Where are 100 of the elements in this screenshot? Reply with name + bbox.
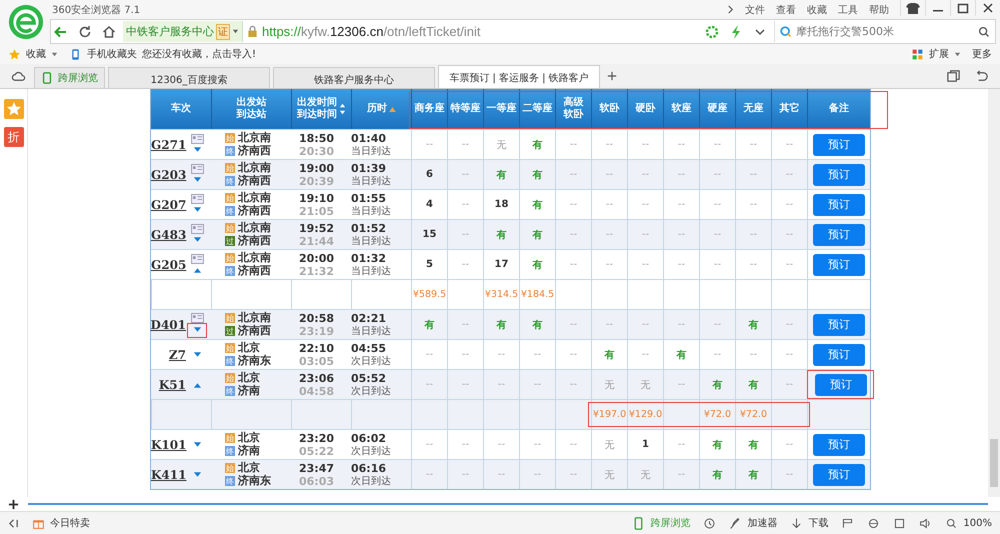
sort-icon[interactable] [339, 102, 346, 116]
seat-availability: 无 [496, 138, 506, 152]
collapse-icon[interactable] [8, 518, 19, 528]
caret-icon[interactable] [232, 28, 239, 35]
book-button[interactable]: 预订 [813, 254, 865, 276]
caret-icon[interactable] [954, 50, 961, 58]
book-button[interactable]: 预订 [813, 164, 865, 186]
id-card-icon[interactable] [190, 164, 204, 174]
train-number-link[interactable]: G207 [151, 198, 186, 212]
book-button[interactable]: 预订 [813, 134, 865, 156]
train-number-link[interactable]: G205 [151, 258, 186, 272]
browser-tab[interactable]: 跨屏浏览 [34, 67, 105, 88]
id-card-icon[interactable] [190, 224, 204, 234]
seat-availability: 18 [494, 199, 508, 210]
seat-availability: 无 [604, 378, 614, 392]
undo-icon[interactable] [974, 68, 989, 84]
seat-availability: -- [462, 259, 470, 270]
id-card-icon[interactable] [190, 134, 204, 144]
seat-availability: 有 [496, 168, 506, 182]
train-number-link[interactable]: D401 [150, 318, 186, 332]
seat-availability: -- [462, 379, 470, 390]
id-card-icon[interactable] [190, 194, 204, 204]
menu-item[interactable]: 帮助 [869, 2, 889, 16]
download-button[interactable]: 下载 [808, 516, 828, 530]
book-button[interactable]: 预订 [813, 224, 865, 246]
seat-availability: -- [786, 199, 794, 210]
seat-availability: -- [570, 139, 578, 150]
cross-screen-link[interactable]: 跨屏浏览 [650, 516, 690, 530]
train-number-link[interactable]: K411 [151, 468, 186, 482]
site-identity-button[interactable]: 中铁客户服务中心 证 [123, 21, 243, 42]
train-number-link[interactable]: G203 [151, 168, 186, 182]
menu-item[interactable]: 收藏 [807, 2, 827, 16]
train-number-link[interactable]: G271 [151, 138, 186, 152]
seat-availability: -- [498, 469, 506, 480]
arrival-time: 03:05 [299, 354, 334, 368]
history-icon[interactable] [703, 516, 716, 530]
chevron-icon[interactable] [727, 5, 734, 14]
window-icon[interactable] [893, 516, 906, 530]
zoom-level[interactable]: 100% [963, 518, 992, 528]
window-icon[interactable] [946, 68, 961, 84]
extensions-button[interactable]: 扩展 [929, 47, 949, 61]
browser-tab[interactable]: 车票预订 | 客运服务 | 铁路客户 [438, 65, 600, 88]
book-button[interactable]: 预订 [813, 194, 865, 216]
daily-deals-link[interactable]: 今日特卖 [50, 516, 90, 530]
lock-icon [247, 25, 258, 38]
seat-availability: -- [678, 439, 686, 450]
seat-availability: 有 [712, 468, 722, 482]
column-header[interactable]: 车次 [151, 89, 211, 129]
book-button[interactable]: 预订 [813, 344, 865, 366]
duration: 01:32 [351, 252, 386, 264]
search-field[interactable]: 摩托拖行交警500米 [774, 21, 995, 42]
add-icon[interactable] [8, 498, 19, 510]
train-number-link[interactable]: K101 [151, 438, 186, 452]
zoom-icon[interactable] [945, 516, 958, 530]
more-button[interactable]: 更多 [972, 47, 992, 61]
station-type-badge: 终 [225, 176, 235, 186]
speaker-icon[interactable] [919, 516, 932, 530]
bookmarks-hint: 您还没有收藏，点击导入! [142, 48, 256, 61]
search-icon[interactable] [977, 24, 991, 38]
menu-item[interactable]: 文件 [745, 2, 765, 16]
train-number-link[interactable]: G483 [151, 228, 186, 242]
favorites-button[interactable]: 收藏 [26, 47, 46, 61]
book-button[interactable]: 预订 [813, 314, 865, 336]
train-number-link[interactable]: K51 [158, 378, 186, 392]
seat-availability: 4 [426, 199, 433, 210]
browser-tab[interactable]: 12306_百度搜索 [108, 67, 270, 88]
departure-time: 20:58 [299, 312, 334, 324]
expand-arrow-icon[interactable] [188, 324, 206, 336]
browser-tab[interactable]: 铁路客户服务中心 [273, 67, 435, 88]
train-number-link[interactable]: Z7 [168, 348, 186, 362]
scrollbar[interactable] [988, 89, 1000, 497]
address-field[interactable]: https://kyfw.12306.cn/otn/leftTicket/init [262, 24, 698, 39]
search-engine-icon[interactable] [779, 24, 793, 38]
station-name: 北京南 [238, 252, 271, 264]
id-card-icon[interactable] [190, 312, 204, 322]
flag-icon[interactable] [841, 516, 854, 530]
book-button[interactable]: 预订 [813, 464, 865, 486]
seat-availability: -- [678, 199, 686, 210]
station-type-badge: 终 [225, 206, 235, 216]
seat-availability: 无 [640, 468, 650, 482]
seat-availability: -- [786, 469, 794, 480]
arrival-time: 21:44 [299, 234, 334, 248]
seat-availability: -- [786, 229, 794, 240]
book-button[interactable]: 预订 [815, 374, 867, 396]
discount-badge[interactable]: 折 [4, 127, 24, 147]
seat-availability: -- [534, 469, 542, 480]
seat-availability: -- [786, 349, 794, 360]
id-card-icon[interactable] [190, 254, 204, 264]
menu-item[interactable]: 工具 [838, 2, 858, 16]
book-button[interactable]: 预订 [813, 434, 865, 456]
arrival-time: 06:03 [299, 474, 334, 488]
menu-item[interactable]: 查看 [776, 2, 796, 16]
seat-availability: -- [642, 229, 650, 240]
seat-availability: -- [426, 139, 434, 150]
phone-icon[interactable] [41, 72, 53, 84]
new-tab-icon[interactable] [607, 71, 617, 81]
departure-time: 23:06 [299, 372, 334, 384]
caret-icon[interactable] [51, 50, 58, 58]
accelerator-button[interactable]: 加速器 [747, 516, 778, 530]
mobile-favorites-link[interactable]: 手机收藏夹 [87, 47, 137, 61]
